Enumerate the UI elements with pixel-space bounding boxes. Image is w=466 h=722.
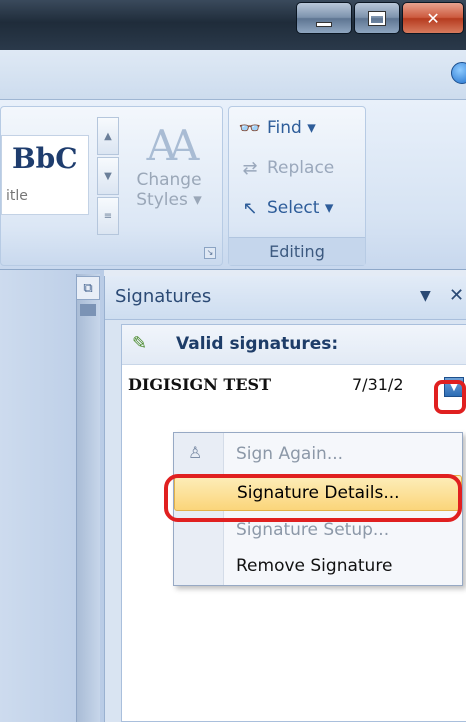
sign-again-icon: ♙ bbox=[188, 443, 203, 462]
valid-signatures-label: Valid signatures: bbox=[176, 334, 339, 354]
maximize-icon bbox=[369, 11, 386, 25]
valid-signatures-header: ✎ Valid signatures: bbox=[122, 325, 466, 365]
find-label: Find ▾ bbox=[267, 118, 316, 138]
pane-header: Signatures ▼ ✕ bbox=[105, 276, 466, 320]
select-label: Select ▾ bbox=[267, 198, 334, 218]
dropdown-highlight-outline bbox=[434, 380, 466, 414]
styles-gallery-scroller: ▲ ▼ ≡ bbox=[97, 117, 119, 237]
quick-style-title[interactable]: BbC itle bbox=[1, 135, 89, 215]
cursor-icon: ↖ bbox=[242, 197, 258, 219]
change-styles-button[interactable]: AA Change Styles ▾ bbox=[129, 121, 209, 241]
editing-group-label: Editing bbox=[229, 237, 365, 265]
menu-item-remove-signature[interactable]: Remove Signature bbox=[174, 549, 462, 585]
replace-button[interactable]: ⇄ Replace bbox=[239, 157, 334, 179]
binoculars-icon: 👓 bbox=[238, 117, 262, 139]
signature-name: DIGISIGN TEST bbox=[128, 375, 271, 394]
gallery-more-button[interactable]: ≡ bbox=[97, 197, 119, 235]
quick-style-name: itle bbox=[6, 188, 28, 204]
replace-label: Replace bbox=[267, 158, 335, 178]
menu-item-label: Sign Again... bbox=[236, 444, 344, 464]
ruler-margin-marker[interactable] bbox=[80, 304, 96, 316]
valid-signature-icon: ✎ bbox=[132, 333, 148, 354]
change-styles-icon: AA bbox=[146, 121, 200, 170]
select-button[interactable]: ↖ Select ▾ bbox=[239, 197, 333, 219]
change-styles-label-1: Change bbox=[136, 170, 202, 190]
editing-group: 👓 Find ▾ ⇄ Replace ↖ Select ▾ Editing bbox=[228, 106, 366, 266]
menu-item-label: Remove Signature bbox=[236, 556, 393, 576]
vertical-ruler bbox=[76, 274, 100, 722]
pane-close-button[interactable]: ✕ bbox=[449, 285, 464, 306]
pane-menu-button[interactable]: ▼ bbox=[420, 288, 431, 304]
ruler-toggle-button[interactable]: ⧉ bbox=[76, 276, 100, 300]
replace-icon: ⇄ bbox=[242, 157, 258, 179]
find-button[interactable]: 👓 Find ▾ bbox=[239, 117, 316, 139]
menu-item-label: Signature Setup... bbox=[236, 520, 390, 540]
details-highlight-outline bbox=[164, 474, 462, 522]
minimize-icon bbox=[315, 21, 332, 27]
pane-title: Signatures bbox=[115, 286, 212, 307]
signature-row[interactable]: DIGISIGN TEST 7/31/2 ▼ bbox=[122, 369, 466, 403]
maximize-button[interactable] bbox=[353, 2, 401, 34]
ribbon: BbC itle ▲ ▼ ≡ AA Change Styles ▾ ↘ 👓 Fi… bbox=[0, 100, 466, 270]
ruler-icon: ⧉ bbox=[83, 280, 93, 296]
menu-item-sign-again[interactable]: ♙ Sign Again... bbox=[174, 437, 462, 473]
window-controls: ✕ bbox=[296, 2, 466, 36]
signature-date: 7/31/2 bbox=[352, 375, 404, 394]
quick-style-preview: BbC bbox=[12, 142, 78, 175]
gallery-scroll-up-button[interactable]: ▲ bbox=[97, 117, 119, 155]
styles-dialog-launcher[interactable]: ↘ bbox=[204, 247, 216, 259]
close-icon: ✕ bbox=[426, 8, 440, 28]
ribbon-tab-strip bbox=[0, 50, 466, 100]
minimize-button[interactable] bbox=[296, 2, 352, 34]
help-button[interactable] bbox=[451, 62, 466, 84]
change-styles-label-2: Styles ▾ bbox=[136, 190, 202, 210]
gallery-scroll-down-button[interactable]: ▼ bbox=[97, 157, 119, 195]
close-button[interactable]: ✕ bbox=[402, 2, 464, 34]
styles-group: BbC itle ▲ ▼ ≡ AA Change Styles ▾ ↘ bbox=[0, 106, 223, 266]
